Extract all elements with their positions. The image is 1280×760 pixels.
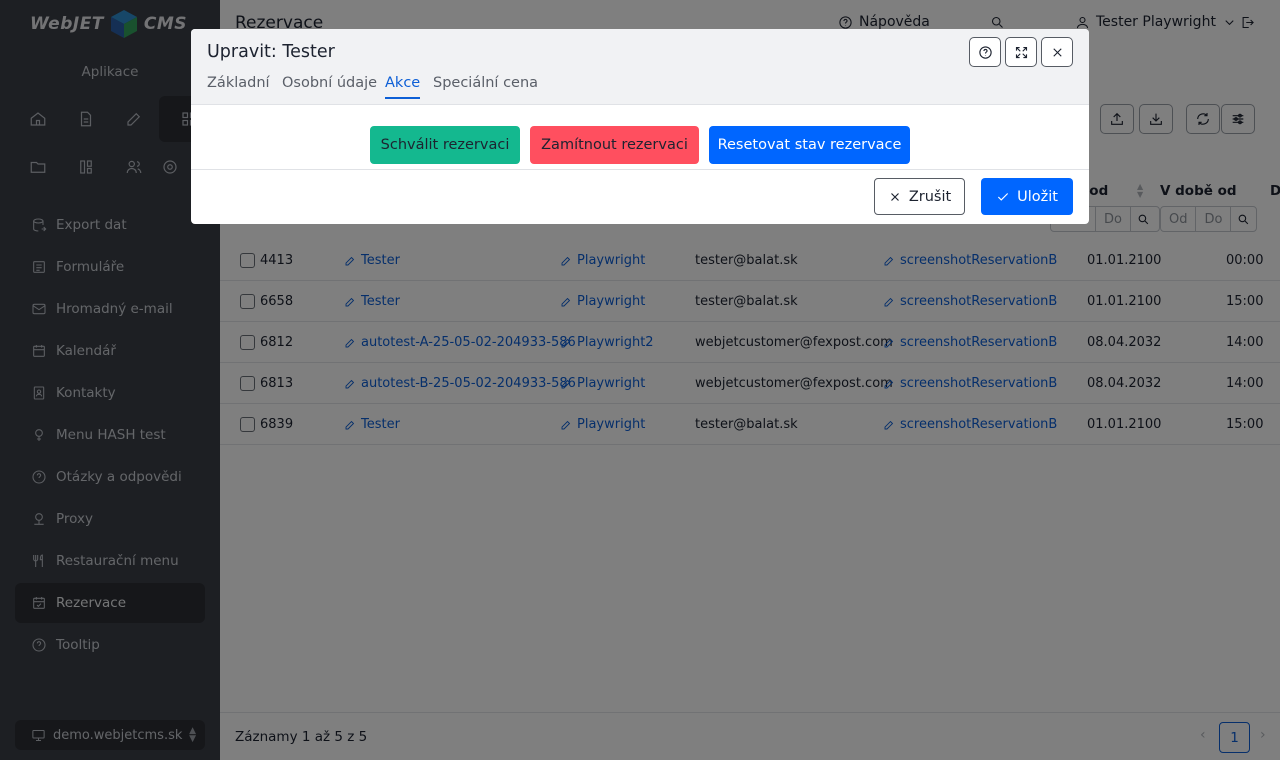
help-icon [978,45,992,59]
tab-specialni-cena[interactable]: Speciální cena [433,75,538,97]
approve-reservation-button[interactable]: Schválit rezervaci [370,126,520,164]
edit-reservation-modal: Upravit: Tester Základní Osobní údaje Ak… [191,29,1089,224]
cancel-button[interactable]: Zrušit [874,178,965,215]
maximize-icon [1015,46,1027,58]
cancel-label: Zrušit [908,188,952,205]
tab-zakladni[interactable]: Základní [207,75,270,97]
tab-osobni-udaje[interactable]: Osobní údaje [282,75,377,97]
reset-reservation-button[interactable]: Resetovat stav rezervace [709,126,910,164]
modal-divider [191,169,1089,170]
close-icon [1052,47,1062,57]
modal-maximize-button[interactable] [1005,37,1037,67]
save-button[interactable]: Uložit [981,178,1073,215]
modal-title: Upravit: Tester [207,42,335,62]
modal-help-button[interactable] [969,37,1001,67]
reject-reservation-button[interactable]: Zamítnout rezervaci [530,126,699,164]
check-icon [997,192,1009,201]
modal-close-button[interactable] [1041,37,1073,67]
tab-akce[interactable]: Akce [385,75,421,99]
modal-header: Upravit: Tester Základní Osobní údaje Ak… [191,29,1089,105]
save-label: Uložit [1017,188,1058,205]
close-icon [890,192,899,201]
